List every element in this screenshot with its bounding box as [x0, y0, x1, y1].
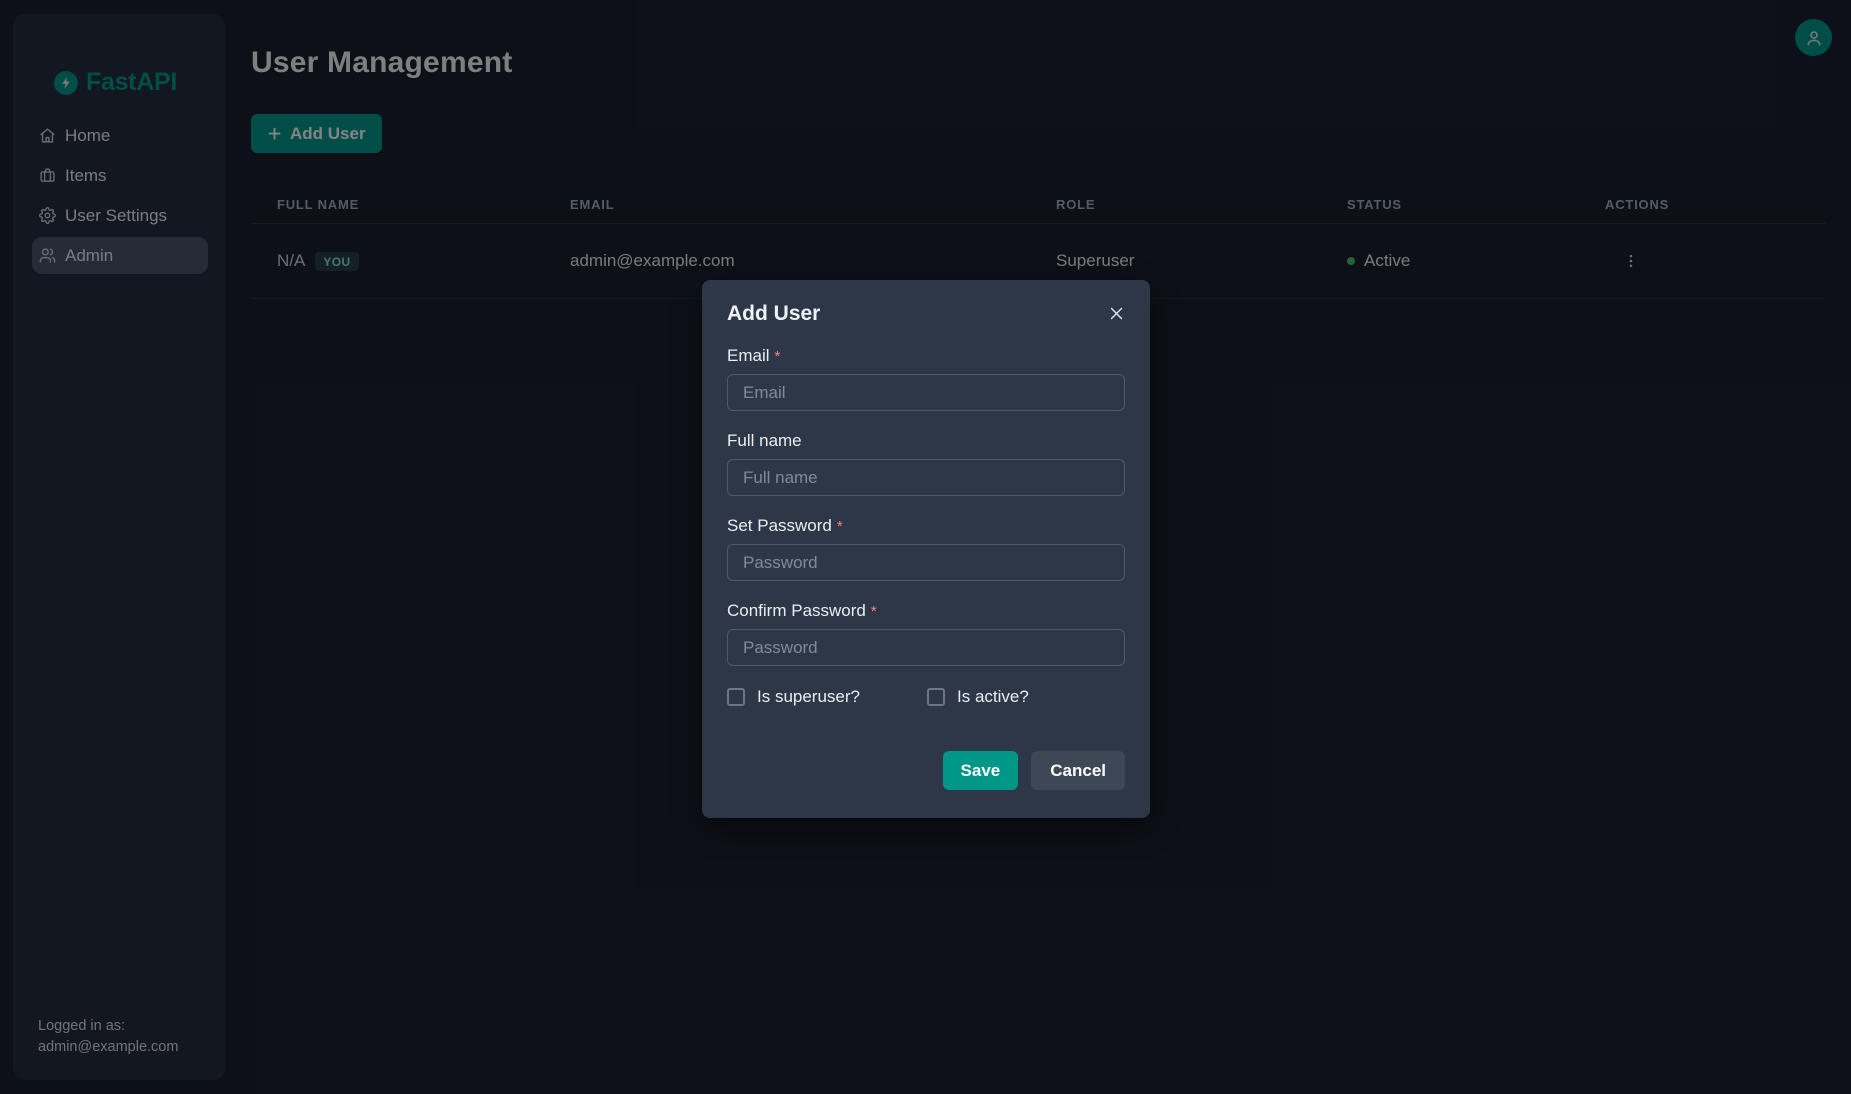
- required-asterisk: *: [871, 603, 877, 620]
- add-user-modal: Add User Email * Full name Set Password …: [702, 280, 1150, 818]
- confirm-password-label: Confirm Password *: [727, 601, 1125, 621]
- modal-body: Email * Full name Set Password * Confirm…: [702, 346, 1150, 707]
- modal-footer: Save Cancel: [702, 751, 1150, 790]
- email-field[interactable]: [727, 374, 1125, 411]
- full-name-label: Full name: [727, 431, 1125, 451]
- set-password-field[interactable]: [727, 544, 1125, 581]
- checkbox-icon: [727, 688, 745, 706]
- required-asterisk: *: [775, 348, 781, 365]
- cancel-button[interactable]: Cancel: [1031, 751, 1125, 790]
- email-label: Email *: [727, 346, 1125, 366]
- checkbox-icon: [927, 688, 945, 706]
- modal-header: Add User: [702, 280, 1150, 326]
- checkbox-row: Is superuser? Is active?: [727, 687, 1125, 707]
- modal-title: Add User: [727, 302, 1125, 326]
- is-active-checkbox[interactable]: Is active?: [927, 687, 1029, 707]
- full-name-field[interactable]: [727, 459, 1125, 496]
- required-asterisk: *: [837, 518, 843, 535]
- set-password-label: Set Password *: [727, 516, 1125, 536]
- close-icon[interactable]: [1103, 300, 1129, 326]
- is-superuser-checkbox[interactable]: Is superuser?: [727, 687, 927, 707]
- confirm-password-field[interactable]: [727, 629, 1125, 666]
- save-button[interactable]: Save: [943, 751, 1019, 790]
